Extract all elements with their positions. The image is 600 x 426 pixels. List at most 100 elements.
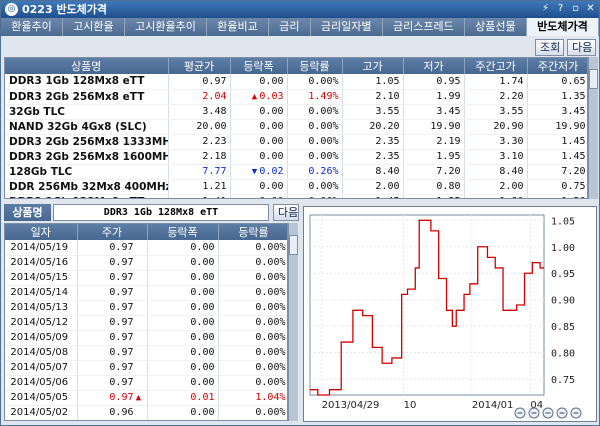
weekly-low-cell: 1.35 (527, 89, 587, 105)
header-low[interactable]: 저가 (403, 58, 465, 74)
table-row[interactable]: DDR3 2Gb 256Mx8 1600MHz 2.18 0.00 0.00% 2.35… (5, 149, 587, 165)
price-chart[interactable]: 1.05 1.00 0.95 0.90 0.85 0.80 0.75 2013/04/29 10… (303, 206, 597, 422)
product-name-cell: NAND 32Gb 4Gx8 (SLC) (5, 119, 169, 135)
price-value: 0.97 (109, 362, 134, 373)
date-cell: 2014/05/08 (5, 345, 78, 361)
average-cell: 7.77 (168, 164, 231, 180)
bottom-scrollbar[interactable] (288, 223, 298, 421)
zoom-out-icon[interactable] (514, 407, 526, 419)
next-button[interactable]: 다음 (567, 39, 596, 56)
table-row[interactable]: DDR3 2Gb 256Mx8 1333MHz 2.23 0.00 0.00% 2.35… (5, 134, 587, 150)
price-cell: 0.97 (77, 360, 148, 376)
table-row[interactable]: 2014/05/16 0.97 0.00 0.00% (5, 255, 287, 271)
restore-icon[interactable]: ▫ (569, 2, 582, 16)
change-value: 0.03 (259, 91, 284, 102)
header-rate[interactable]: 등락률 (287, 58, 343, 74)
history-rate-cell: 0.00% (218, 345, 287, 361)
table-row[interactable]: 2014/05/06 0.97 0.00 0.00% (5, 375, 287, 391)
change-value: 0.00 (259, 196, 283, 198)
y-tick-label: 0.90 (551, 296, 575, 307)
low-cell: 7.20 (403, 164, 465, 180)
change-value: 0.00 (259, 75, 284, 87)
scroll-right-icon[interactable] (570, 407, 582, 419)
history-rate-cell: 0.00% (218, 270, 287, 286)
tab-interest[interactable]: 금리 (269, 18, 311, 36)
tab-exchange-compare[interactable]: 환율비교 (207, 18, 269, 36)
tab-exchange-trend[interactable]: 환율추이 (1, 18, 63, 36)
table-row[interactable]: 32Gb TLC 3.48 0.00 0.00% 3.55 3.45 3.55 3.45 (5, 104, 587, 120)
table-row[interactable]: 2014/05/13 0.97 0.00 0.00% (5, 300, 287, 316)
bottom-scroll-thumb[interactable] (289, 235, 298, 255)
date-cell: 2014/05/15 (5, 270, 78, 286)
help-icon[interactable]: ? (554, 2, 567, 16)
table-row[interactable]: 2014/05/12 0.97 0.00 0.00% (5, 315, 287, 331)
table-row[interactable]: 2014/05/05 0.97 ▲ 0.01 1.04% (5, 390, 287, 406)
top-scrollbar[interactable] (588, 57, 598, 199)
y-tick-label: 0.80 (551, 349, 575, 360)
table-row[interactable]: DDR2 1Gb 128Mx8 eTT1.41 0.00 0.00%1.451.35… (5, 194, 587, 198)
weekly-high-cell: 2.20 (464, 89, 528, 105)
table-row[interactable]: 128Gb TLC 7.77 ▼ 0.02 0.26% 8.40 7.20 8.40 7.20 (5, 164, 587, 180)
header-history-change[interactable]: 등락폭 (147, 224, 219, 240)
header-average[interactable]: 평균가 (168, 58, 231, 74)
close-icon[interactable]: ✕ (584, 2, 597, 16)
weekly-low-cell: 1.45 (527, 149, 587, 165)
product-name-cell: DDR3 2Gb 256Mx8 1600MHz (5, 149, 169, 165)
header-history-rate[interactable]: 등락률 (218, 224, 287, 240)
product-next-button[interactable]: 다음 (273, 204, 299, 221)
table-row[interactable]: 2014/05/14 0.97 0.00 0.00% (5, 285, 287, 301)
table-row[interactable]: DDR3 1Gb 128Mx8 eTT 0.97 0.00 0.00% 1.05 0.95… (5, 74, 587, 90)
average-cell: 3.48 (168, 104, 231, 120)
product-name-field[interactable]: DDR3 1Gb 128Mx8 eTT (53, 204, 269, 221)
average-cell: 1.41 (168, 194, 231, 198)
top-scroll-thumb[interactable] (589, 69, 598, 89)
flash-icon[interactable]: ⚡ (539, 2, 552, 16)
table-row[interactable]: 2014/05/09 0.97 0.00 0.00% (5, 330, 287, 346)
history-rate-cell: 0.00% (218, 255, 287, 271)
table-row[interactable]: 2014/05/08 0.97 0.00 0.00% (5, 345, 287, 361)
tab-interest-spread[interactable]: 금리스프레드 (382, 18, 465, 36)
tab-interest-daily[interactable]: 금리일자별 (310, 18, 383, 36)
product-name-cell: DDR 256Mb 32Mx8 400MHz (5, 179, 169, 195)
table-row[interactable]: 2014/05/19 0.97 0.00 0.00% (5, 240, 287, 256)
tab-notice-exchange[interactable]: 고시환율 (62, 18, 125, 36)
lookup-button[interactable]: 조회 (535, 39, 564, 56)
tab-notice-exchange-trend[interactable]: 고시환율추이 (124, 18, 208, 36)
zoom-reset-icon[interactable] (542, 407, 554, 419)
low-cell: 19.90 (403, 119, 465, 135)
low-cell: 3.45 (403, 104, 465, 120)
header-price[interactable]: 주가 (77, 224, 148, 240)
table-row[interactable]: 2014/05/02 0.96 0.00 0.00% (5, 405, 287, 420)
price-cell: 0.96 (77, 405, 148, 420)
date-cell: 2014/05/02 (5, 405, 78, 420)
app-window: ◎ 0223 반도체가격 ⚡ ? ▫ ✕ 환율추이 고시환율 고시환율추이 환율… (0, 0, 600, 426)
window-controls: ⚡ ? ▫ ✕ (539, 2, 597, 17)
table-row[interactable]: 2014/05/07 0.97 0.00 0.00% (5, 360, 287, 376)
header-date[interactable]: 일자 (5, 224, 78, 240)
table-row[interactable]: 2014/04/300.96▲0.011.05% (5, 420, 288, 421)
weekly-low-cell: 3.45 (527, 104, 587, 120)
change-value: 0.00 (259, 151, 284, 162)
table-row[interactable]: NAND 32Gb 4Gx8 (SLC) 20.00 0.00 0.00% 20.20 1… (5, 119, 587, 135)
table-row[interactable]: DDR 256Mb 32Mx8 400MHz 1.21 0.00 0.00% 2.00 0… (5, 179, 587, 195)
table-row[interactable]: 2014/05/15 0.97 0.00 0.00% (5, 270, 287, 286)
weekly-high-cell: 3.55 (464, 104, 528, 120)
header-change[interactable]: 등락폭 (230, 58, 288, 74)
weekly-high-cell: 3.10 (464, 149, 528, 165)
header-weekly-high[interactable]: 주간고가 (464, 58, 528, 74)
header-high[interactable]: 고가 (342, 58, 404, 74)
y-tick-label: 0.85 (551, 322, 575, 333)
date-cell: 2014/05/06 (5, 375, 78, 391)
change-cell: 0.00 (230, 194, 288, 198)
header-product[interactable]: 상품명 (5, 58, 169, 74)
product-name-cell: DDR3 2Gb 256Mx8 eTT (5, 89, 169, 105)
zoom-in-icon[interactable] (528, 407, 540, 419)
header-weekly-low[interactable]: 주간저가 (527, 58, 587, 74)
scroll-left-icon[interactable] (556, 407, 568, 419)
history-change-cell: 0.00 (147, 360, 219, 376)
table-row[interactable]: DDR3 2Gb 256Mx8 eTT 2.04 ▲ 0.03 1.49% 2.10 1.9… (5, 89, 587, 105)
rate-cell: 0.00% (287, 104, 343, 120)
tab-semiconductor-price[interactable]: 반도체가격 (526, 18, 599, 36)
product-name-cell: 128Gb TLC (5, 164, 169, 180)
tab-commodity-futures[interactable]: 상품선물 (464, 18, 527, 36)
